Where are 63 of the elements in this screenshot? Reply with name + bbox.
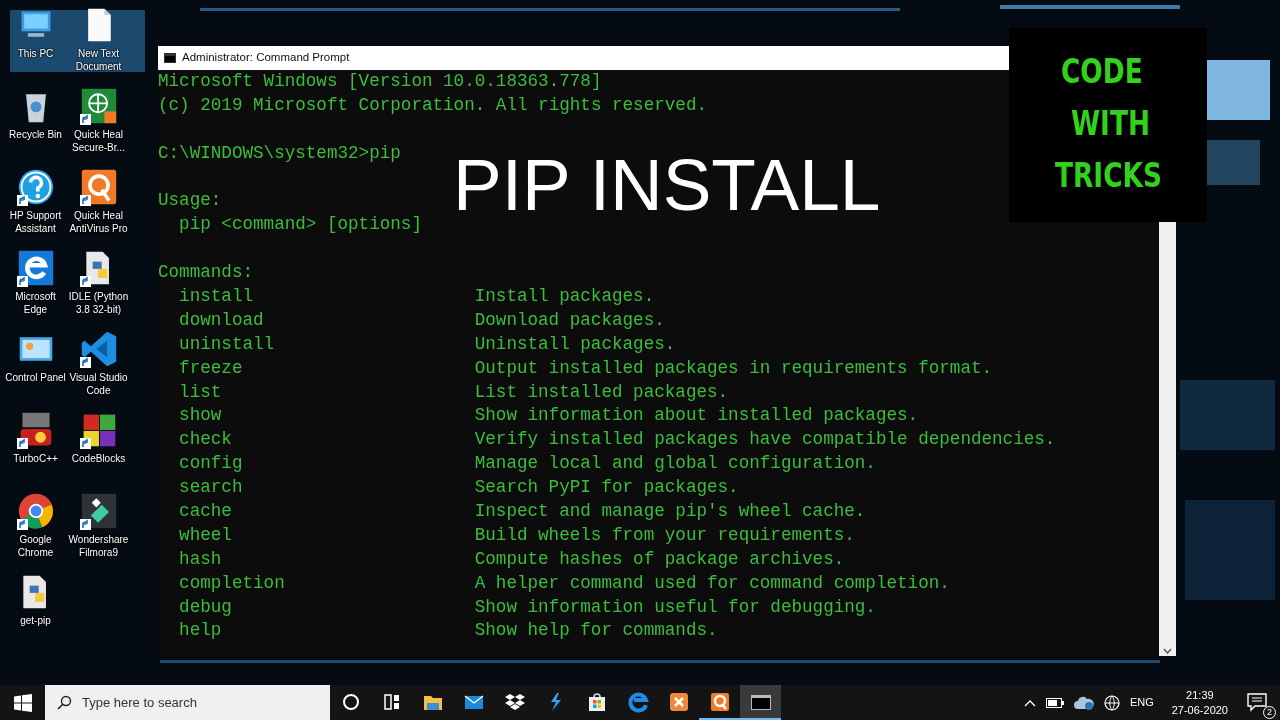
scrollbar[interactable]	[1159, 222, 1176, 656]
command-name: check	[179, 428, 233, 452]
command-description: Show information about installed packages.	[474, 405, 919, 426]
command-name: uninstall	[179, 332, 276, 356]
command-name: completion	[179, 571, 286, 595]
command-description: Inspect and manage pip's wheel cache.	[474, 501, 866, 522]
command-name: config	[179, 452, 244, 476]
command-name: show	[179, 404, 223, 428]
command-name: hash	[179, 547, 223, 571]
clock-date[interactable]: 27-06-2020	[1171, 702, 1228, 718]
logo-text: WITH	[1071, 103, 1152, 145]
command-name: freeze	[179, 356, 244, 380]
windows-logo-icon	[13, 693, 32, 712]
command-description: Uninstall packages.	[474, 333, 676, 354]
logo-text: TRICKS	[1055, 155, 1163, 197]
command-description: Build wheels from your requirements.	[474, 524, 855, 545]
command-name: install	[179, 285, 254, 308]
edge-icon	[625, 689, 650, 714]
search-field[interactable]: Type here to search	[45, 685, 330, 720]
command-name: list	[179, 380, 223, 404]
section-heading: Usage:	[158, 190, 222, 211]
notification-icon[interactable]	[1246, 692, 1268, 713]
command-name: search	[179, 476, 244, 500]
section-heading: Commands:	[158, 262, 254, 283]
command-description: Download packages.	[474, 309, 665, 330]
command-description: Manage local and global configuration.	[474, 453, 876, 474]
scroll-down-icon[interactable]	[1163, 648, 1172, 654]
command-name: wheel	[179, 523, 233, 547]
command-description: A helper command used for command completion.	[474, 572, 950, 593]
console-icon	[164, 53, 176, 63]
chevron-up-icon[interactable]	[1023, 698, 1036, 707]
clock-time[interactable]: 21:39	[1186, 687, 1214, 703]
command-description: Show information useful for debugging.	[474, 596, 876, 617]
language-indicator[interactable]: ENG	[1129, 694, 1154, 711]
lightning-icon	[550, 692, 561, 711]
app-icon[interactable]	[79, 330, 118, 368]
console-line: (c) 2019 Microsoft Corporation. All rights reserved.	[158, 94, 707, 115]
search-icon	[57, 695, 72, 710]
app-icon[interactable]	[16, 168, 55, 206]
console-line: Microsoft Windows [Version 10.0.18363.778]	[158, 71, 602, 91]
battery-icon[interactable]	[1045, 697, 1064, 708]
logo-text: CODE	[1061, 51, 1144, 93]
command-description: Show help for commands.	[474, 620, 718, 641]
cloud-icon[interactable]	[1073, 695, 1094, 710]
command-description: Search PyPI for packages.	[474, 477, 739, 498]
taskbar-app[interactable]	[740, 685, 781, 720]
app-icon[interactable]	[16, 492, 55, 530]
command-description: Install packages.	[474, 286, 655, 306]
window-title: Administrator: Command Prompt	[182, 50, 350, 66]
command-description: Output installed packages in requirements format.	[474, 357, 993, 378]
command-name: help	[179, 619, 223, 643]
globe-icon[interactable]	[1103, 694, 1120, 711]
command-name: debug	[179, 595, 233, 619]
command-description: Compute hashes of package archives.	[474, 548, 845, 569]
command-description: List installed packages.	[474, 381, 729, 402]
overlay-title: PIP INSTALL	[453, 143, 881, 227]
command-prompt: C:\WINDOWS\system32>pip	[158, 142, 401, 163]
command-description: Verify installed packages have compatible dependencies.	[474, 429, 1056, 450]
command-name: download	[179, 308, 265, 332]
console-line: pip <command> [options]	[179, 214, 422, 235]
icon-label[interactable]: get-pip	[2, 615, 69, 628]
command-name: cache	[179, 500, 233, 524]
notification-count: 2	[1263, 705, 1276, 719]
